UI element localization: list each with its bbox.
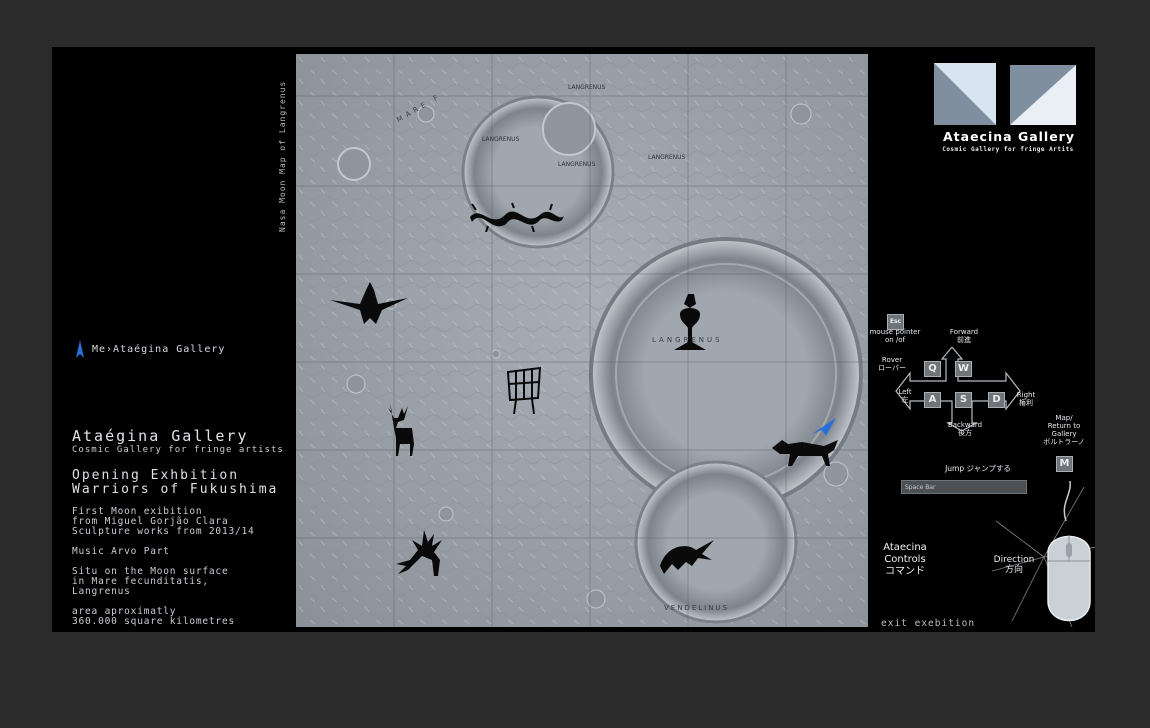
logo-triangle-icon [934, 63, 1076, 125]
place-label: LANGRENUS [648, 154, 686, 161]
q-key[interactable]: Q [924, 361, 941, 377]
left-label: Left 左 [898, 388, 912, 404]
backward-label: Backward 後方 [947, 421, 983, 437]
place-label: VENDELINUS [664, 604, 730, 612]
right-label: Right 権利 [1016, 391, 1036, 407]
sculpture-wolf[interactable] [772, 434, 842, 468]
gallery-title: Ataégina Gallery [72, 427, 249, 445]
s-key[interactable]: S [955, 392, 972, 408]
controls-title: Ataecina Controls コマンド [883, 542, 927, 577]
sculpture-squid[interactable] [656, 536, 716, 576]
exhibition-title: Opening Exhbition Warriors of Fukushima [72, 469, 302, 497]
exhibition-line-1: Opening Exhbition [72, 468, 240, 483]
game-frame: Me›Ataégina Gallery Ataégina Gallery Cos… [52, 47, 1095, 632]
gallery-logo [934, 63, 1076, 125]
exhibition-area: area aproximatly 360.000 square kilometr… [72, 606, 235, 627]
exhibition-line-2: Warriors of Fukushima [72, 482, 279, 497]
logo-subtitle: Cosmic Gallery for fringe Artits [942, 146, 1074, 153]
logo-title: Ataecina Gallery [943, 129, 1075, 144]
sculpture-bird[interactable] [330, 280, 408, 324]
moon-map-svg [296, 54, 868, 627]
exhibition-location: Situ on the Moon surface in Mare fecundi… [72, 566, 229, 597]
forward-label: Forward 前進 [949, 328, 979, 344]
w-key[interactable]: W [955, 361, 972, 377]
esc-label: mouse pointer on /of [869, 328, 921, 344]
location-label: Me›Ataégina Gallery [92, 343, 226, 355]
map-vertical-label: Nasa Moon Map of Langrenus [278, 80, 287, 232]
direction-label: Direction 方向 [993, 555, 1035, 575]
place-label: LANGRENUS [482, 136, 520, 143]
music-credit: Music Arvo Part [72, 546, 170, 557]
a-key[interactable]: A [924, 392, 941, 408]
m-key[interactable]: M [1056, 456, 1073, 472]
d-key[interactable]: D [988, 392, 1005, 408]
place-label: LANGRENUS [558, 161, 596, 168]
location-marker[interactable]: Me›Ataégina Gallery [76, 340, 225, 358]
rover-label: Rover ローバー [878, 356, 906, 372]
player-arrow-icon [812, 418, 836, 436]
map-return-label: Map/ Return to Gallery ボルトラーノ [1043, 414, 1085, 446]
sculpture-cage[interactable] [504, 366, 544, 416]
jump-label: Jump ジャンプする [945, 464, 1011, 473]
mouse-icon[interactable] [1042, 481, 1095, 631]
gallery-subtitle: Cosmic Gallery for fringe artists [72, 445, 284, 455]
exit-exhibition-link[interactable]: exit exebition [881, 618, 975, 629]
exhibition-info: Ataégina Gallery Cosmic Gallery for frin… [72, 427, 302, 632]
sculpture-deer[interactable] [382, 404, 420, 456]
moon-map[interactable]: LANGRENUS LANGRENUS LANGRENUS LANGRENUS … [296, 54, 868, 627]
exhibition-description: First Moon exibition from Miguel Gorjão … [72, 506, 255, 537]
sculpture-branch-figure[interactable] [394, 530, 450, 580]
location-arrow-icon [76, 340, 84, 358]
sculpture-serpent[interactable] [466, 202, 566, 232]
sculpture-tree[interactable] [670, 294, 710, 352]
place-label: LANGRENUS [568, 84, 606, 91]
